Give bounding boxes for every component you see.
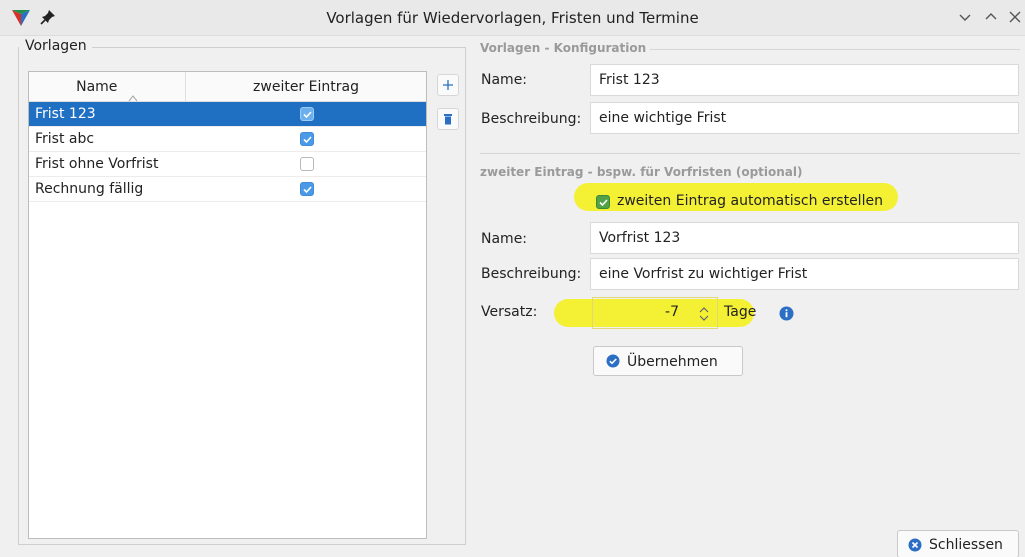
beschreibung-field[interactable]: eine wichtige Frist: [590, 102, 1019, 134]
table-row[interactable]: Frist ohne Vorfrist: [29, 152, 426, 177]
second-name-label: Name:: [481, 231, 528, 247]
close-icon[interactable]: [1006, 8, 1024, 26]
second-entry-section-title: zweiter Eintrag - bspw. für Vorfristen (…: [480, 165, 803, 179]
chevron-up-icon[interactable]: [982, 8, 1000, 26]
column-header-name-label: Name: [76, 79, 118, 95]
column-header-name[interactable]: Name: [29, 72, 186, 102]
versatz-value[interactable]: -7: [665, 304, 679, 320]
beschreibung-label: Beschreibung:: [481, 111, 582, 127]
second-beschreibung-label: Beschreibung:: [481, 266, 582, 282]
window-title: Vorlagen für Wiedervorlagen, Fristen und…: [326, 9, 699, 27]
apply-button[interactable]: Übernehmen: [593, 346, 743, 376]
table-row[interactable]: Frist abc: [29, 127, 426, 152]
second-name-field[interactable]: Vorfrist 123: [590, 222, 1019, 254]
row-name: Frist ohne Vorfrist: [35, 156, 159, 172]
vorlagen-legend: Vorlagen: [22, 38, 90, 54]
versatz-label: Versatz:: [481, 304, 538, 320]
table-row[interactable]: Rechnung fällig: [29, 177, 426, 202]
spinner-arrows-icon[interactable]: [695, 304, 713, 324]
close-button[interactable]: Schliessen: [897, 530, 1019, 557]
sort-ascending-icon: [128, 83, 138, 102]
add-template-button[interactable]: [437, 74, 459, 96]
name-label: Name:: [481, 72, 528, 88]
versatz-unit: Tage: [724, 304, 757, 320]
column-header-zweiter-eintrag[interactable]: zweiter Eintrag: [186, 72, 426, 102]
versatz-spinner[interactable]: -7: [592, 297, 718, 329]
config-section-title: Vorlagen - Konfiguration: [480, 41, 651, 55]
auto-create-checkbox[interactable]: [596, 195, 610, 209]
check-circle-icon: [606, 354, 620, 368]
column-header-zweiter-eintrag-label: zweiter Eintrag: [253, 79, 359, 95]
close-circle-icon: [908, 538, 922, 552]
row-checkbox-checked[interactable]: [300, 107, 314, 121]
trash-icon: [444, 114, 452, 125]
row-checkbox-checked[interactable]: [300, 182, 314, 196]
title-bar: Vorlagen für Wiedervorlagen, Fristen und…: [0, 0, 1025, 36]
info-icon[interactable]: [779, 306, 794, 321]
row-name: Frist 123: [35, 106, 96, 122]
vorlagen-table[interactable]: Name zweiter Eintrag Frist 123 Frist abc…: [28, 71, 427, 539]
vorlagen-group-border: [92, 47, 466, 48]
row-checkbox-unchecked[interactable]: [300, 157, 314, 171]
apply-button-label: Übernehmen: [627, 354, 718, 370]
row-name: Frist abc: [35, 131, 95, 147]
delete-template-button[interactable]: [437, 108, 459, 130]
chevron-down-icon[interactable]: [956, 8, 974, 26]
row-name: Rechnung fällig: [35, 181, 144, 197]
table-row[interactable]: Frist 123: [29, 102, 426, 127]
section-divider: [480, 153, 1020, 154]
plus-icon: [443, 80, 453, 90]
row-checkbox-checked[interactable]: [300, 132, 314, 146]
close-button-label: Schliessen: [929, 537, 1003, 553]
second-beschreibung-field[interactable]: eine Vorfrist zu wichtiger Frist: [590, 258, 1019, 290]
auto-create-label[interactable]: zweiten Eintrag automatisch erstellen: [617, 193, 883, 209]
name-field[interactable]: Frist 123: [590, 64, 1019, 96]
